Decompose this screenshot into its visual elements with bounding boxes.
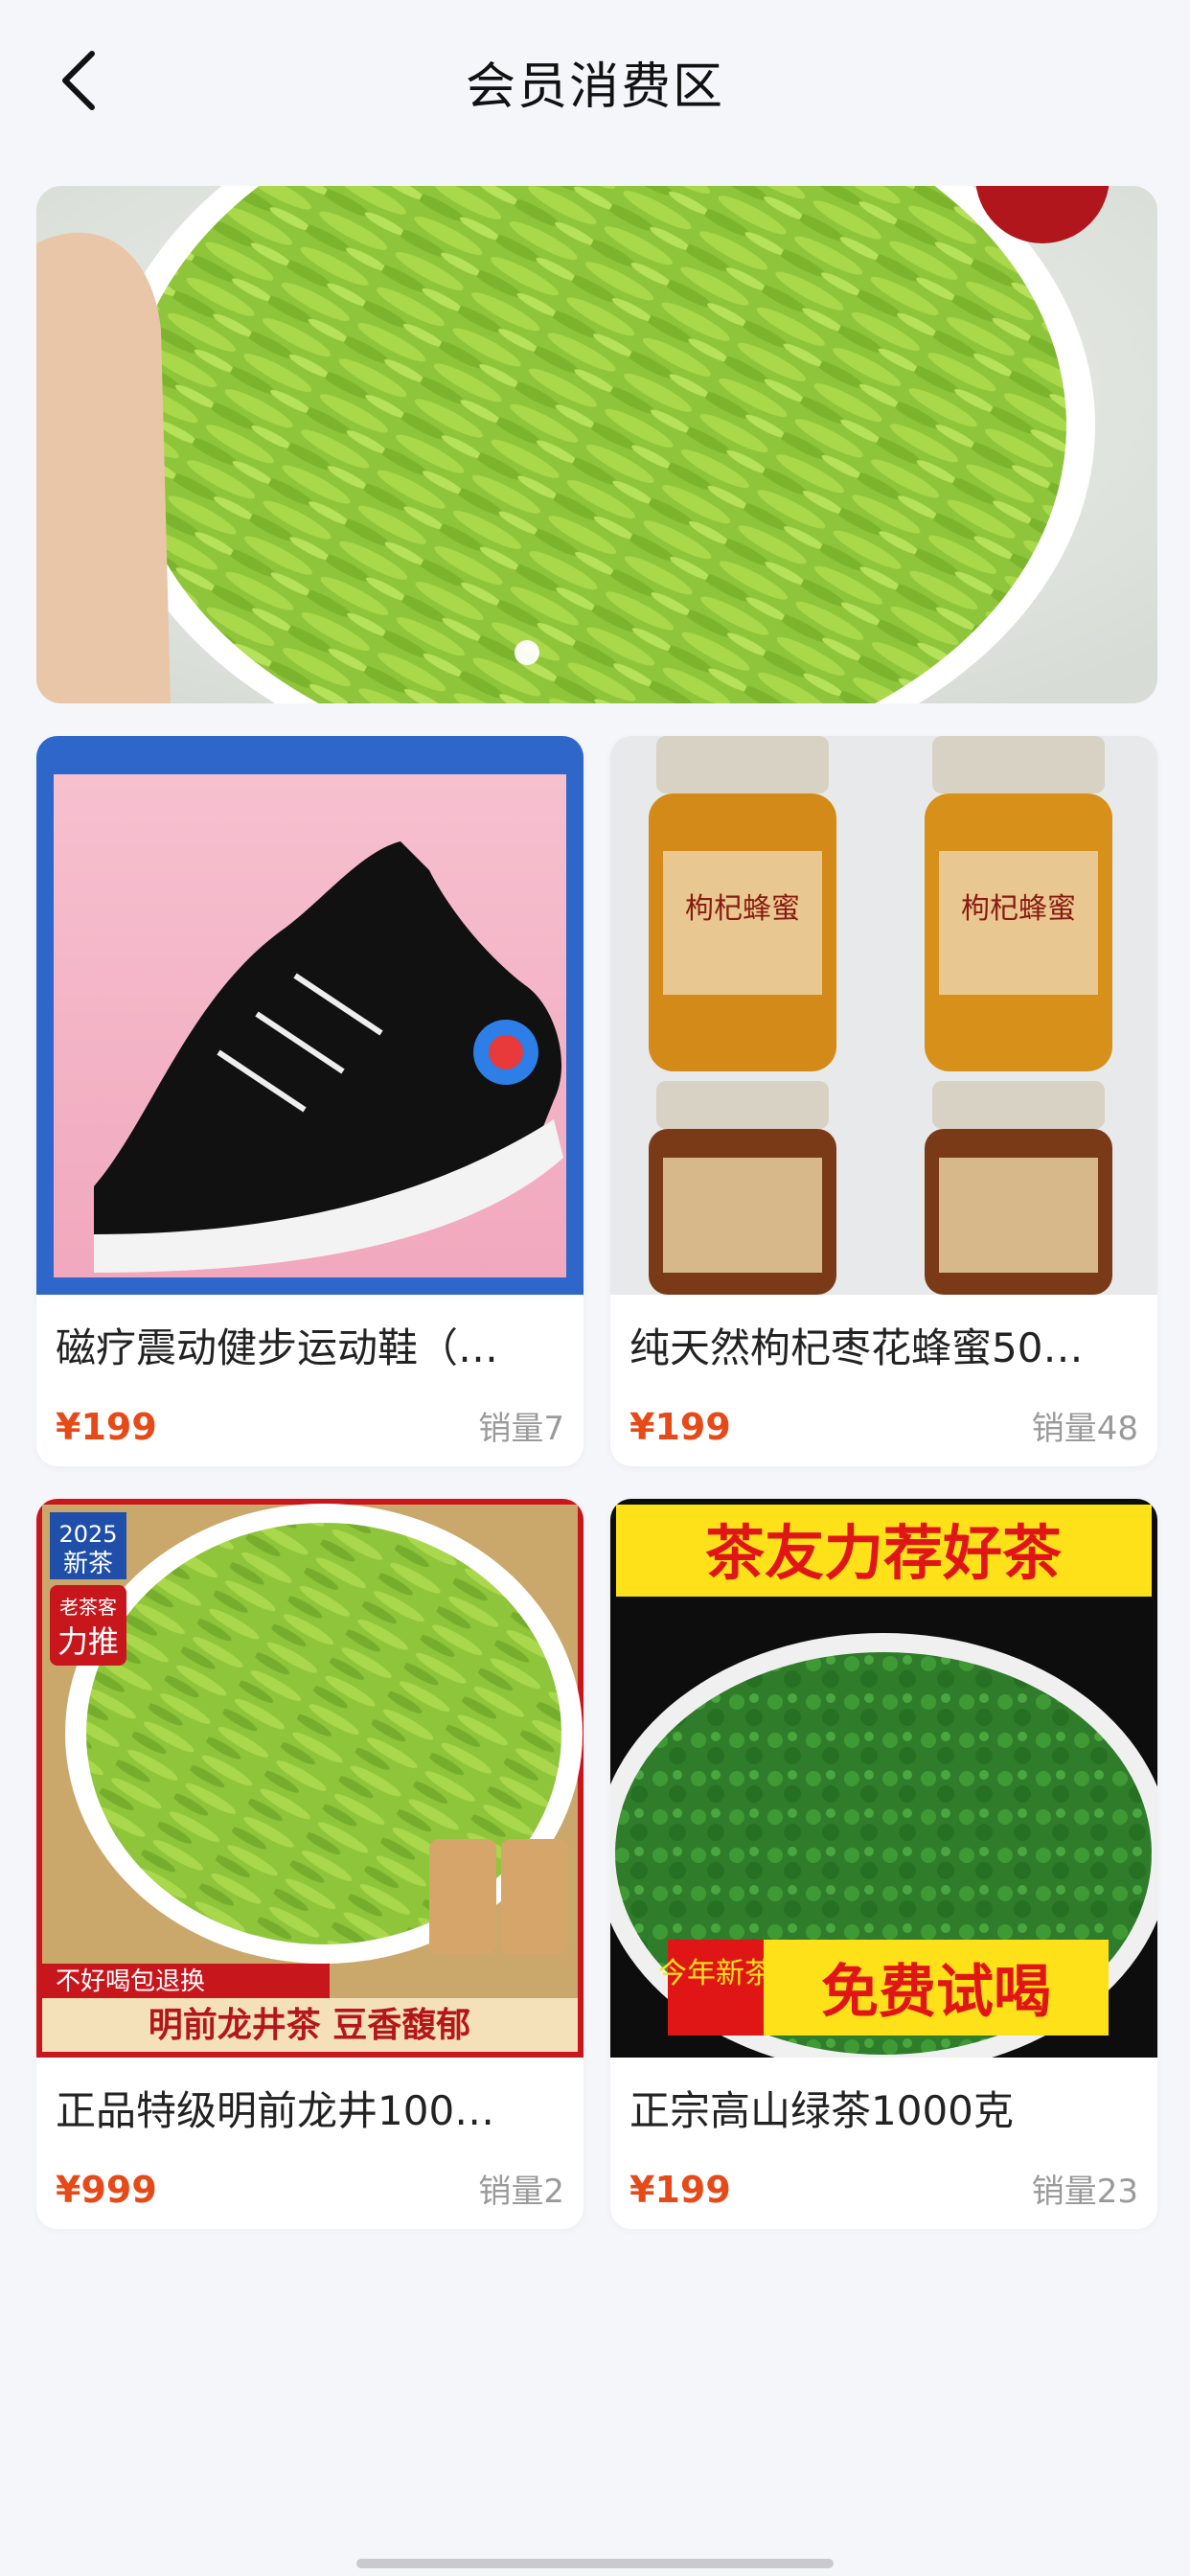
badge-new-text: 新茶: [63, 1550, 113, 1578]
chevron-left-icon: [62, 51, 95, 110]
honey-jar-image: 枸杞蜂蜜 枸杞蜂蜜: [610, 736, 1157, 1295]
product-sales: 销量48: [1031, 1410, 1138, 1448]
home-indicator[interactable]: [356, 2559, 834, 2568]
badge-sub-text: 老茶客: [59, 1596, 117, 1619]
header: 会员消费区: [0, 0, 1190, 163]
product-card[interactable]: 茶友力荐好茶 今年新茶 免费试喝 正宗高山绿茶1000克 ¥199 销量23: [610, 1499, 1157, 2229]
page: 会员消费区 磁疗震动健步运动鞋（… ¥199 销量7 枸杞蜂蜜 枸杞蜂蜜 纯天然…: [0, 0, 1190, 2576]
badge-year-text: 2025: [58, 1521, 117, 1548]
product-price: ¥999: [56, 2169, 157, 2211]
product-sales: 销量23: [1031, 2173, 1138, 2211]
product-name: 磁疗震动健步运动鞋（…: [56, 1324, 499, 1371]
product-card[interactable]: 枸杞蜂蜜 枸杞蜂蜜 纯天然枸杞枣花蜂蜜50… ¥199 销量48: [610, 736, 1157, 1466]
banner-top-text: 茶友力荐好茶: [705, 1518, 1063, 1588]
product-card[interactable]: 2025 新茶 老茶客 力推 不好喝包退换 明前龙井茶 豆香馥郁 正品特级明前龙…: [36, 1499, 584, 2229]
badge-main-text: 力推: [57, 1623, 119, 1660]
product-sales: 销量7: [478, 1410, 564, 1448]
back-button[interactable]: [50, 51, 107, 110]
product-image: 2025 新茶 老茶客 力推 不好喝包退换 明前龙井茶 豆香馥郁: [36, 1499, 584, 2058]
banner-image: [36, 186, 1157, 703]
banner-carousel[interactable]: [36, 186, 1157, 703]
jar-label-text: 枸杞蜂蜜: [961, 892, 1076, 926]
carousel-dot-active[interactable]: [515, 640, 539, 665]
product-image: 枸杞蜂蜜 枸杞蜂蜜: [610, 736, 1157, 1295]
green-tea-image: 茶友力荐好茶 今年新茶 免费试喝: [610, 1499, 1157, 2058]
slogan-strip-text: 明前龙井茶 豆香馥郁: [149, 2006, 471, 2045]
product-price: ¥199: [629, 1406, 731, 1448]
product-image: [36, 736, 584, 1295]
product-price: ¥199: [629, 2169, 731, 2211]
page-title: 会员消费区: [465, 58, 724, 116]
product-card[interactable]: 磁疗震动健步运动鞋（… ¥199 销量7: [36, 736, 584, 1466]
product-price: ¥199: [56, 1406, 157, 1448]
product-name: 正品特级明前龙井100…: [56, 2087, 495, 2134]
product-sales: 销量2: [478, 2173, 564, 2211]
jar-label-text: 枸杞蜂蜜: [685, 892, 800, 926]
product-name: 纯天然枸杞枣花蜂蜜50…: [629, 1324, 1084, 1371]
product-name: 正宗高山绿茶1000克: [629, 2087, 1014, 2134]
longjing-tea-image: 2025 新茶 老茶客 力推 不好喝包退换 明前龙井茶 豆香馥郁: [36, 1499, 584, 2058]
new-tea-tag-text: 今年新茶: [658, 1957, 773, 1990]
free-trial-text: 免费试喝: [821, 1959, 1051, 2026]
guarantee-strip-text: 不好喝包退换: [56, 1967, 205, 1996]
shoe-image: [36, 736, 584, 1295]
product-grid: 磁疗震动健步运动鞋（… ¥199 销量7 枸杞蜂蜜 枸杞蜂蜜 纯天然枸杞枣花蜂蜜…: [36, 736, 1157, 2229]
product-image: 茶友力荐好茶 今年新茶 免费试喝: [610, 1499, 1157, 2058]
